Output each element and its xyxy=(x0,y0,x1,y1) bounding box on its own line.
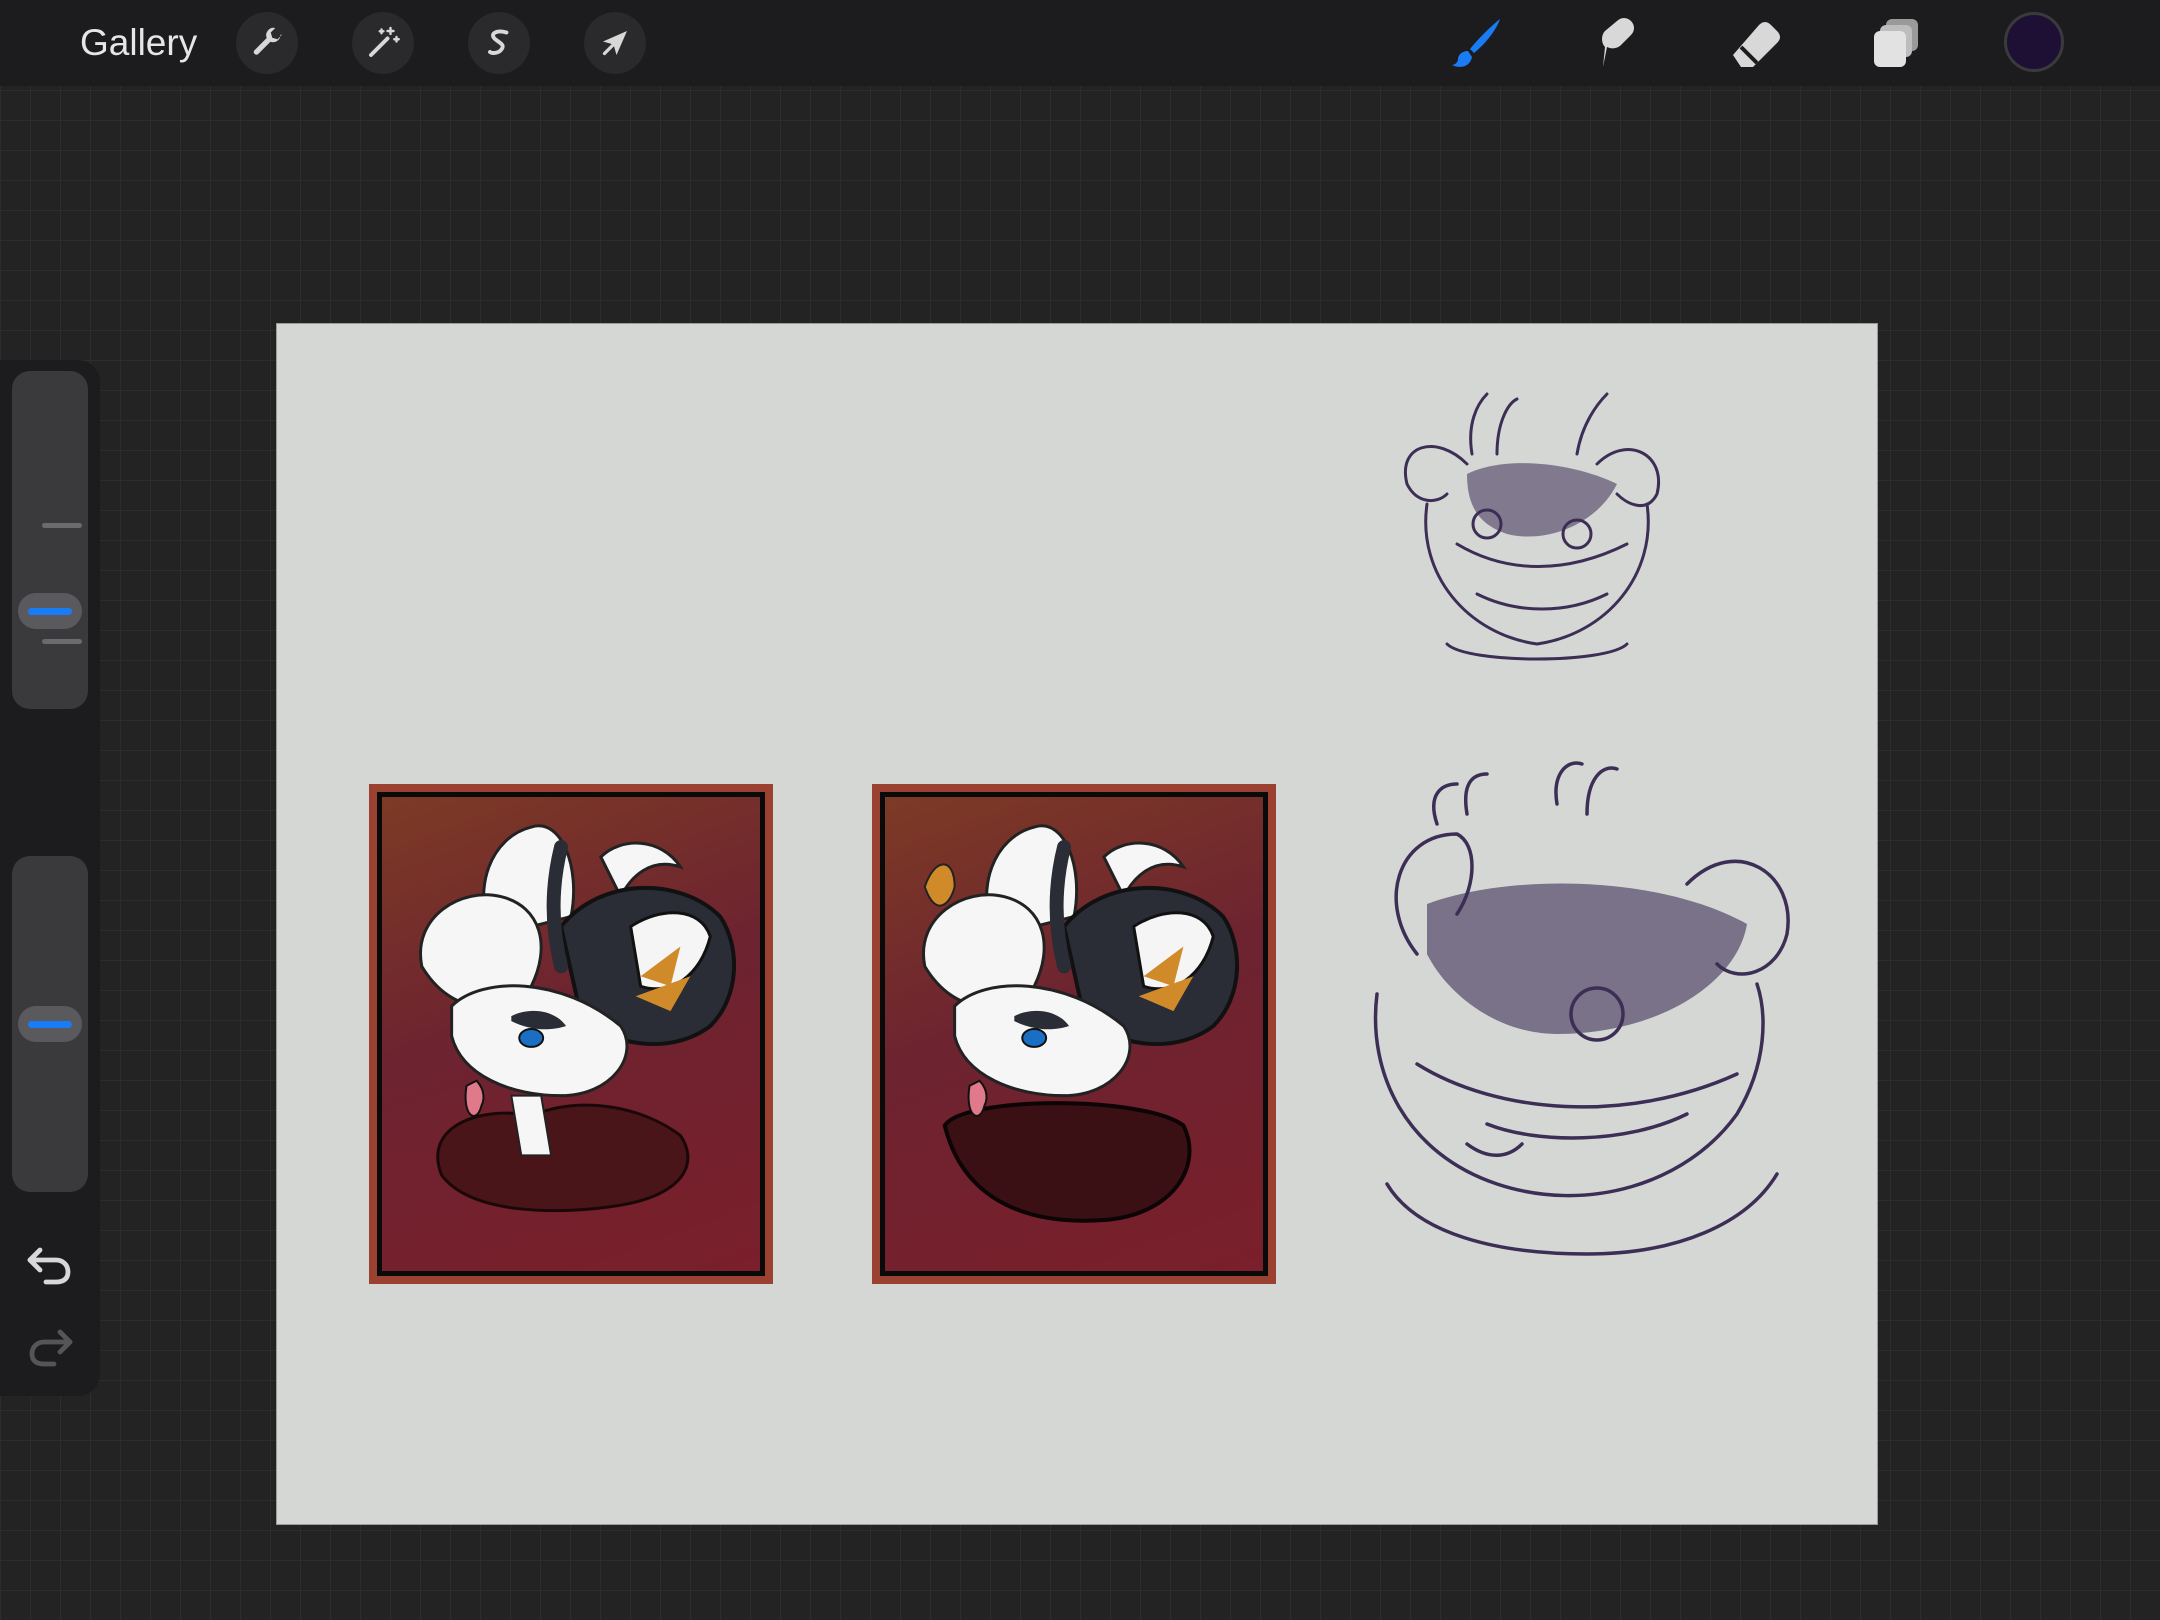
magic-wand-icon[interactable] xyxy=(352,12,414,74)
dragon-portrait-art xyxy=(922,824,1239,1223)
top-toolbar: Gallery xyxy=(0,0,2160,86)
sketch-small xyxy=(1387,374,1687,674)
brush-size-slider[interactable] xyxy=(12,371,88,709)
redo-icon[interactable] xyxy=(24,1320,76,1372)
smudge-icon[interactable] xyxy=(1582,10,1648,76)
left-sidebar xyxy=(0,360,100,1396)
opacity-handle[interactable] xyxy=(18,1006,82,1042)
brush-icon[interactable] xyxy=(1443,10,1509,76)
dragon-portrait-art xyxy=(419,824,736,1213)
drawing-canvas[interactable] xyxy=(276,323,1878,1525)
sketch-art xyxy=(1373,761,1790,1256)
sketch-art xyxy=(1404,392,1660,661)
colored-portrait-1 xyxy=(369,784,773,1284)
color-picker-swatch[interactable] xyxy=(2004,12,2064,72)
transform-arrow-icon[interactable] xyxy=(584,12,646,74)
eraser-icon[interactable] xyxy=(1722,10,1788,76)
sketch-large xyxy=(1357,754,1817,1274)
colored-portrait-2 xyxy=(872,784,1276,1284)
undo-icon[interactable] xyxy=(24,1238,76,1290)
opacity-slider[interactable] xyxy=(12,856,88,1192)
selection-icon[interactable] xyxy=(468,12,530,74)
layers-icon[interactable] xyxy=(1863,10,1929,76)
gallery-button[interactable]: Gallery xyxy=(80,20,197,66)
brush-size-handle[interactable] xyxy=(18,593,82,629)
wrench-icon[interactable] xyxy=(236,12,298,74)
